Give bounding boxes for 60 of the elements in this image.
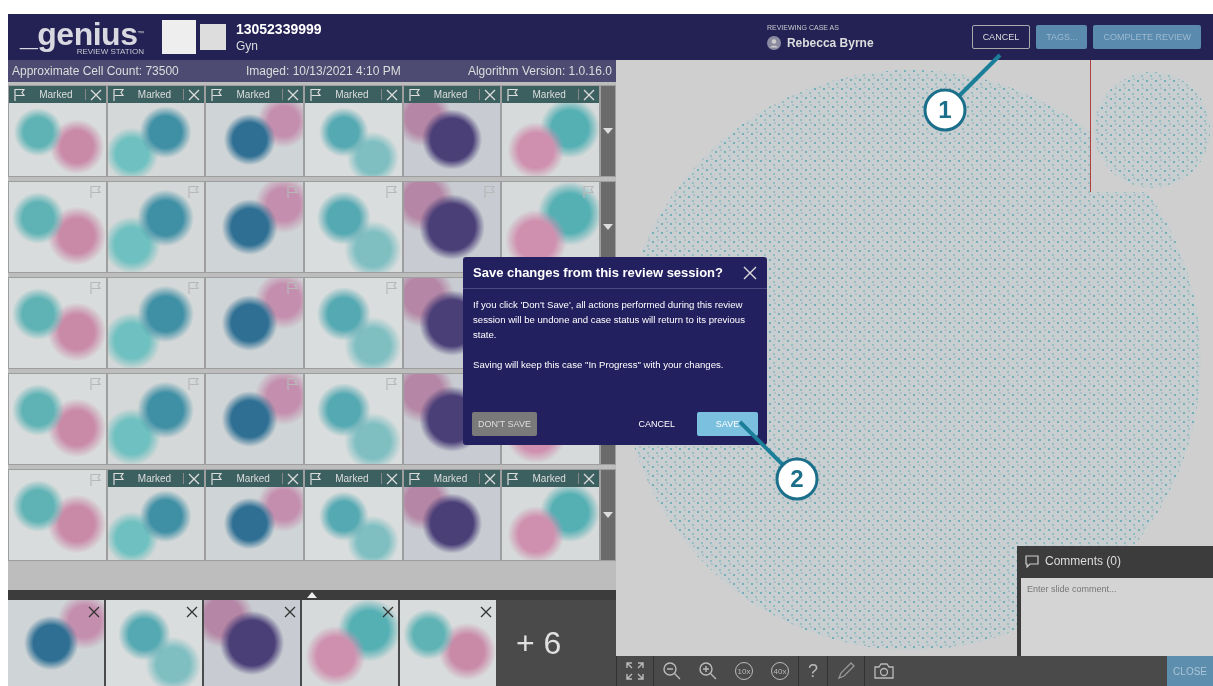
- dialog-title: Save changes from this review session?: [473, 265, 724, 280]
- more-count[interactable]: + 6: [516, 624, 562, 662]
- marked-label: Marked: [235, 473, 271, 484]
- comments-title: Comments (0): [1045, 554, 1121, 568]
- marked-label: Marked: [136, 89, 173, 100]
- reviewer-name: Rebecca Byrne: [786, 36, 874, 50]
- row-scroll-bar[interactable]: [601, 470, 616, 560]
- comment-icon: [1025, 554, 1039, 568]
- flag-icon[interactable]: [111, 471, 126, 486]
- marked-label: Marked: [531, 89, 567, 100]
- comment-field[interactable]: Enter slide comment...: [1021, 578, 1213, 656]
- marked-label: Marked: [235, 89, 271, 100]
- micrograph-placeholder[interactable]: [204, 600, 300, 686]
- flag-icon[interactable]: [407, 471, 422, 486]
- marked-label: Marked: [334, 473, 370, 484]
- slide-label-picture: [199, 24, 226, 50]
- flag-icon[interactable]: [111, 87, 126, 102]
- micrograph-placeholder[interactable]: [403, 103, 501, 176]
- marked-label: Marked: [136, 473, 173, 484]
- close-icon[interactable]: [284, 606, 296, 618]
- flag-icon[interactable]: [407, 87, 422, 102]
- callout-drawing: 1: [922, 53, 1002, 133]
- flag-icon[interactable]: [506, 471, 521, 486]
- caret-icon[interactable]: [307, 592, 317, 598]
- user-avatar-icon: [766, 36, 781, 50]
- pen-icon[interactable]: [837, 662, 855, 680]
- flag-icon[interactable]: [506, 87, 521, 102]
- qr-code-picture: [161, 20, 196, 54]
- expand-icon[interactable]: [626, 662, 644, 680]
- close-icon[interactable]: [480, 606, 492, 618]
- marked-label: Marked: [432, 89, 469, 100]
- marked-label: Marked: [334, 89, 370, 100]
- imaged-date: Imaged: 10/13/2021 4:10 PM: [245, 64, 401, 78]
- close-icon[interactable]: [382, 606, 394, 618]
- algorithm-version: Algorithm Version: 1.0.16.0: [467, 64, 612, 78]
- flag-icon[interactable]: [309, 87, 323, 102]
- zoom-out-icon[interactable]: [663, 662, 681, 680]
- help-button[interactable]: ?: [808, 660, 818, 682]
- micrograph-placeholder[interactable]: [403, 487, 501, 560]
- marked-label: Marked: [38, 89, 74, 100]
- case-type: Gyn: [235, 39, 259, 53]
- flag-icon[interactable]: [210, 87, 225, 102]
- dialog-button[interactable]: DON'T SAVE: [472, 412, 537, 436]
- dialog-message: Saving will keep this case "In Progress" with your changes.: [473, 358, 725, 372]
- header-button[interactable]: CANCEL: [971, 25, 1031, 49]
- close-icon[interactable]: [186, 606, 198, 618]
- close-icon[interactable]: [88, 606, 100, 618]
- dialog-message: If you click 'Don't Save', all actions performed during this review session will be undone and case status will return to its previous state.: [473, 298, 746, 342]
- cell-count: Approximate Cell Count: 73500: [12, 64, 179, 78]
- marked-label: Marked: [531, 473, 567, 484]
- camera-icon[interactable]: [874, 662, 894, 680]
- marked-label: Marked: [432, 473, 469, 484]
- zoom-in-icon[interactable]: [699, 662, 717, 680]
- flag-icon[interactable]: [210, 471, 225, 486]
- dialog-button[interactable]: CANCEL: [624, 412, 689, 436]
- row-scroll-bar[interactable]: [601, 86, 616, 176]
- flag-icon[interactable]: [309, 471, 323, 486]
- flag-icon[interactable]: [13, 87, 27, 102]
- case-id: 13052339999: [235, 21, 322, 37]
- tray-handle[interactable]: [8, 590, 616, 600]
